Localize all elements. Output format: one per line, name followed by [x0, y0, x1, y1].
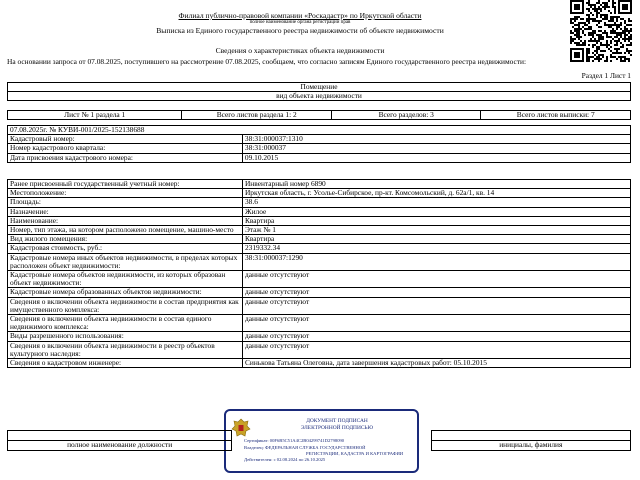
- sheet-number: Лист № 1 раздела 1: [6, 109, 183, 121]
- stamp-title: ДОКУМЕНТ ПОДПИСАН: [306, 418, 368, 424]
- signature-caption-cell: [232, 441, 431, 451]
- name-caption: инициалы, фамилия: [430, 440, 632, 451]
- field-value: данные отсутствуют: [241, 287, 632, 298]
- table-row: Номер, тип этажа, на котором расположено…: [7, 225, 632, 236]
- object-type-caption: вид объекта недвижимости: [7, 91, 631, 102]
- document-title: Выписка из Единого государственного реес…: [156, 26, 444, 35]
- field-value: Иркутская область, г. Усолье-Сибирское, …: [241, 188, 632, 199]
- table-row: Дата присвоения кадастрового номера: 09.1…: [7, 152, 632, 163]
- field-label: Сведения о кадастровом инженере:: [7, 358, 243, 369]
- organization-caption: полное наименование органа регистрации п…: [249, 19, 351, 25]
- field-label: Местоположение:: [7, 188, 243, 199]
- total-extract-sheets: Всего листов выписки: 7: [480, 109, 631, 121]
- field-value: данные отсутствуют: [241, 314, 632, 333]
- document-number: 07.08.2025г. № КУВИ-001/2025-152138688: [7, 124, 631, 136]
- table-row: Виды разрешенного использования: данные о…: [7, 331, 632, 342]
- stamp-owner-continued: РЕГИСТРАЦИИ, КАДАСТРА И КАРТОГРАФИИ: [306, 451, 404, 456]
- object-type-table: Помещение вид объекта недвижимости: [7, 81, 631, 102]
- position-caption: полное наименование должности: [6, 440, 233, 451]
- table-row: Площадь: 38.6: [7, 197, 632, 208]
- table-row: Сведения о включении объекта недвижимост…: [7, 296, 632, 316]
- field-label: Дата присвоения кадастрового номера:: [7, 152, 243, 163]
- field-label: Кадастровая стоимость, руб.:: [7, 243, 243, 254]
- field-value: 09.10.2015: [241, 152, 632, 163]
- field-value: 38:31:000037: [241, 143, 632, 154]
- table-row: Кадастровые номера иных объектов недвижи…: [7, 252, 632, 272]
- table-row: Кадастровые номера образованных объектов…: [7, 287, 632, 298]
- characteristics-table: Ранее присвоенный государственный учетны…: [7, 178, 632, 369]
- field-label: Сведения о включении объекта недвижимост…: [7, 296, 243, 316]
- total-sections: Всего разделов: 3: [330, 109, 482, 121]
- field-value: Синькова Татьяна Олеговна, дата завершен…: [241, 358, 632, 369]
- field-label: Площадь:: [7, 197, 243, 208]
- stamp-validity: Действителен: с 02.08.2024 по 26.10.2025: [244, 457, 326, 462]
- table-row: Номер кадастрового квартала: 38:31:000037: [7, 143, 632, 154]
- field-value: Этаж № 1: [241, 225, 632, 236]
- table-row: Сведения о включении объекта недвижимост…: [7, 314, 632, 333]
- field-label: Кадастровые номера объектов недвижимости…: [7, 270, 243, 289]
- field-value: данные отсутствуют: [241, 270, 632, 289]
- field-value: 38.6: [241, 197, 632, 208]
- field-label: Номер кадастрового квартала:: [7, 143, 243, 154]
- field-label: Кадастровые номера иных объектов недвижи…: [7, 252, 243, 272]
- field-value: 38:31:000037:1310: [241, 134, 632, 145]
- table-row: Сведения о кадастровом инженере: Синькова…: [7, 358, 632, 369]
- sheets-info-table: Лист № 1 раздела 1 Всего листов раздела …: [6, 109, 631, 121]
- field-label: Назначение:: [7, 206, 243, 217]
- signature-table: полное наименование должности инициалы, …: [6, 430, 632, 451]
- field-value: 2319332.34: [241, 243, 632, 254]
- position-cell: [6, 430, 233, 441]
- qr-code-icon: [570, 0, 632, 62]
- field-value: 38:31:000037:1290: [241, 252, 632, 272]
- table-row: Назначение: Жилое: [7, 206, 632, 217]
- field-value: данные отсутствуют: [241, 296, 632, 316]
- field-value: данные отсутствуют: [241, 331, 632, 342]
- table-row: Местоположение: Иркутская область, г. Усо…: [7, 188, 632, 199]
- cadastral-main-table: 07.08.2025г. № КУВИ-001/2025-152138688 К…: [7, 124, 632, 163]
- table-row: Сведения о включении объекта недвижимост…: [7, 340, 632, 360]
- field-value: Квартира: [241, 234, 632, 245]
- field-label: Виды разрешенного использования:: [7, 331, 243, 342]
- section-title: Сведения о характеристиках объекта недви…: [215, 46, 385, 55]
- field-value: данные отсутствуют: [241, 340, 632, 360]
- field-value: Квартира: [241, 215, 632, 227]
- request-statement: На основании запроса от 07.08.2025, пост…: [7, 57, 527, 66]
- name-cell: [430, 430, 632, 441]
- field-label: Сведения о включении объекта недвижимост…: [7, 340, 243, 360]
- field-label: Сведения о включении объекта недвижимост…: [7, 314, 243, 333]
- total-sheets-section: Всего листов раздела 1: 2: [181, 109, 332, 121]
- field-label: Кадастровые номера образованных объектов…: [7, 287, 243, 298]
- field-value: Жилое: [241, 206, 632, 217]
- table-row: Кадастровые номера объектов недвижимости…: [7, 270, 632, 289]
- signature-cell: [232, 431, 431, 441]
- table-row: Кадастровая стоимость, руб.: 2319332.34: [7, 243, 632, 254]
- section-sheet-label: Раздел 1 Лист 1: [581, 71, 631, 80]
